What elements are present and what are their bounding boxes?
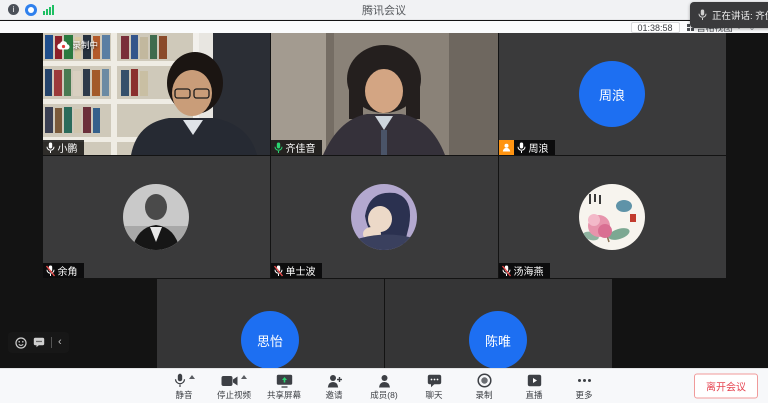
- nameplate: 汤海燕: [499, 263, 550, 278]
- button-label: 停止视频: [217, 389, 251, 401]
- meeting-controls-bar: 01:38:58 宫格视图 ⌄⌃: [0, 21, 768, 33]
- members-icon: [378, 374, 391, 388]
- video-grid: 录制中 小鹏: [0, 33, 768, 368]
- avatar: 陈唯: [469, 311, 527, 368]
- speaking-label: 正在讲话: 齐佳音: [712, 8, 768, 22]
- participant-name: 单士波: [286, 263, 316, 278]
- live-stream-button[interactable]: 直播: [511, 371, 557, 401]
- button-label: 静音: [175, 389, 192, 401]
- button-label: 直播: [525, 389, 542, 401]
- record-icon: [477, 373, 492, 388]
- security-status-icon[interactable]: i: [8, 4, 19, 15]
- message-icon[interactable]: [33, 337, 45, 348]
- window-title: 腾讯会议: [0, 2, 768, 18]
- nameplate: 周浪: [499, 140, 555, 155]
- participant-name: 小鹏: [58, 140, 78, 155]
- meeting-window: i 腾讯会议 01:38:58 宫格视图 ⌄⌃ 正在讲话: 齐佳音: [0, 0, 768, 403]
- video-tile-xiaopeng[interactable]: 录制中 小鹏: [43, 33, 270, 155]
- recording-indicator: 录制中: [57, 39, 99, 51]
- quick-reaction-bar: ‹: [8, 332, 69, 353]
- button-label: 共享屏幕: [267, 389, 301, 401]
- nameplate: 单士波: [271, 263, 322, 278]
- mute-button[interactable]: 静音: [161, 371, 207, 401]
- members-button[interactable]: 成员(8): [361, 371, 407, 401]
- button-label: 邀请: [325, 389, 342, 401]
- avatar: 思怡: [241, 311, 299, 368]
- chat-icon: [427, 374, 442, 388]
- avatar: [351, 184, 417, 250]
- mic-muted-icon: [274, 265, 283, 277]
- title-bar: i 腾讯会议: [0, 0, 768, 20]
- nameplate: 齐佳音: [271, 140, 322, 155]
- avatar-tile-yujiao[interactable]: 余角: [43, 156, 270, 278]
- more-button[interactable]: 更多: [561, 371, 607, 401]
- camera-icon: [221, 375, 238, 387]
- avatar-tile-zhoulang[interactable]: 周浪 周浪: [499, 33, 726, 155]
- avatar: [123, 184, 189, 250]
- button-label: 录制: [475, 389, 492, 401]
- avatar-tile-siyi[interactable]: 思怡: [157, 279, 384, 368]
- mic-icon: [698, 9, 707, 21]
- grid-row-2: 余角: [43, 156, 726, 278]
- avatar: 周浪: [579, 61, 645, 127]
- emoji-icon[interactable]: [15, 337, 27, 349]
- mic-muted-icon: [46, 265, 55, 277]
- video-tile-qijiayin[interactable]: 齐佳音: [271, 33, 498, 155]
- avatar-tile-tanghaiyan[interactable]: 汤海燕: [499, 156, 726, 278]
- share-screen-icon: [276, 374, 293, 388]
- mic-icon: [174, 373, 186, 388]
- cloud-record-icon: [57, 41, 70, 50]
- live-icon: [527, 374, 542, 387]
- participant-name: 汤海燕: [514, 263, 544, 278]
- share-screen-button[interactable]: 共享屏幕: [261, 371, 307, 401]
- button-label: 更多: [575, 389, 592, 401]
- bottom-toolbar: 静音 停止视频: [0, 368, 768, 403]
- leave-meeting-button[interactable]: 离开会议: [694, 374, 758, 399]
- grid-row-3: 思怡 陈唯: [157, 279, 612, 368]
- video-options-chevron[interactable]: [241, 375, 247, 379]
- speaking-indicator: 正在讲话: 齐佳音: [690, 2, 768, 28]
- nameplate: 小鹏: [43, 140, 84, 155]
- video-frame: [271, 33, 498, 155]
- participant-name: 齐佳音: [286, 140, 316, 155]
- grid-row-1: 录制中 小鹏: [43, 33, 726, 155]
- avatar-tile-chenwei[interactable]: 陈唯: [385, 279, 612, 368]
- avatar-tile-shanshibo[interactable]: 单士波: [271, 156, 498, 278]
- more-dots-icon: [578, 379, 591, 382]
- mic-speaking-icon: [274, 142, 283, 154]
- mic-on-icon: [517, 142, 526, 154]
- record-button[interactable]: 录制: [461, 371, 507, 401]
- mic-on-icon: [46, 142, 55, 154]
- mic-muted-icon: [502, 265, 511, 277]
- nameplate: 余角: [43, 263, 84, 278]
- chat-button[interactable]: 聊天: [411, 371, 457, 401]
- host-badge-icon: [499, 140, 514, 155]
- meeting-timer: 01:38:58: [631, 22, 680, 33]
- button-label: 成员(8): [370, 389, 397, 401]
- recording-label: 录制中: [73, 39, 99, 51]
- participant-name: 余角: [58, 263, 78, 278]
- button-label: 聊天: [425, 389, 442, 401]
- mic-options-chevron[interactable]: [189, 375, 195, 379]
- network-signal-icon[interactable]: [43, 5, 54, 15]
- video-frame: [43, 33, 270, 155]
- stop-video-button[interactable]: 停止视频: [211, 371, 257, 401]
- invite-icon: [327, 374, 342, 388]
- shield-icon[interactable]: [25, 4, 37, 16]
- participant-name: 周浪: [529, 140, 549, 155]
- avatar: [579, 184, 645, 250]
- divider: [51, 337, 52, 348]
- collapse-chevron-icon[interactable]: ‹: [58, 337, 62, 348]
- invite-button[interactable]: 邀请: [311, 371, 357, 401]
